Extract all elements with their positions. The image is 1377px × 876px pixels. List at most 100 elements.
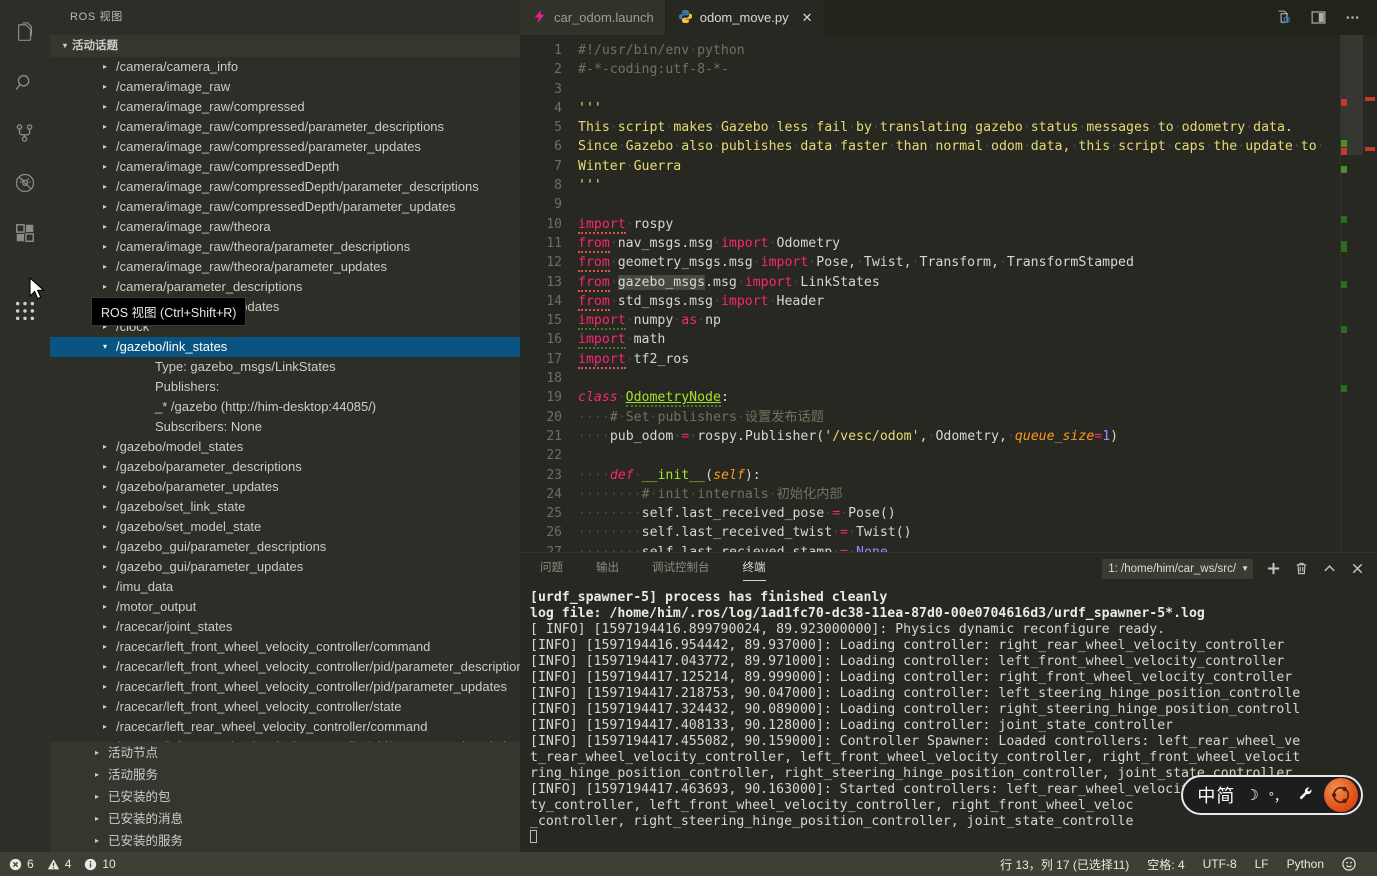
maximize-panel-icon[interactable]: [1322, 561, 1337, 576]
tree-item-topic[interactable]: /racecar/left_front_wheel_velocity_contr…: [50, 677, 520, 697]
tree-item-topic[interactable]: /gazebo/set_model_state: [50, 517, 520, 537]
tree-item-topic[interactable]: /motor_output: [50, 597, 520, 617]
ros-tree[interactable]: 活动话题 /camera/camera_info/camera/image_ra…: [50, 35, 520, 742]
tree-section-active-topics[interactable]: 活动话题: [50, 35, 520, 57]
tree-item-selected-topic[interactable]: /gazebo/link_states: [50, 337, 520, 357]
line-number: 8: [554, 178, 562, 194]
panel-tab-问题[interactable]: 问题: [540, 553, 563, 584]
new-terminal-icon[interactable]: [1266, 561, 1281, 576]
activity-item-explorer[interactable]: [0, 8, 50, 58]
code-editor[interactable]: 1 2 3 4 5 6 7 8 9 10 11 12 13 14 15 16 17 18 19 20 21 22 23 24 2…: [520, 35, 1377, 552]
tree-item-topic[interactable]: /camera/image_raw/theora: [50, 217, 520, 237]
activity-item-search[interactable]: [0, 58, 50, 108]
close-icon[interactable]: ✕: [802, 11, 813, 24]
code-content[interactable]: #!/usr/bin/env·python #-*-coding:utf-8-*-…: [562, 35, 1377, 552]
wrench-icon[interactable]: [1297, 785, 1314, 806]
status-cursor-position[interactable]: 行 13，列 17 (已选择11): [991, 852, 1138, 876]
activity-item-debug[interactable]: [0, 158, 50, 208]
tree-item-topic[interactable]: /gazebo_gui/parameter_descriptions: [50, 537, 520, 557]
tree-item-topic[interactable]: /camera/image_raw/compressed: [50, 97, 520, 117]
tree-item-topic[interactable]: /camera/image_raw/compressedDepth: [50, 157, 520, 177]
activity-item-extensions[interactable]: [0, 208, 50, 258]
tree-item-topic[interactable]: /camera/image_raw/compressedDepth/parame…: [50, 177, 520, 197]
tree-item-label: /racecar/left_rear_wheel_velocity_contro…: [116, 737, 520, 742]
panel-tab-输出[interactable]: 输出: [596, 553, 619, 584]
tree-item-topic[interactable]: /gazebo/parameter_updates: [50, 477, 520, 497]
status-problems[interactable]: 6 4 10: [9, 852, 125, 876]
editor-tab[interactable]: car_odom.launch: [520, 0, 666, 35]
activity-item-source-control[interactable]: [0, 108, 50, 158]
tree-item-topic[interactable]: /racecar/left_rear_wheel_velocity_contro…: [50, 717, 520, 737]
status-bar: 6 4 10 行 13，列 17 (已选择11) 空格: 4 UTF-8 LF …: [0, 852, 1377, 876]
tree-item-topic[interactable]: /racecar/left_front_wheel_velocity_contr…: [50, 657, 520, 677]
tree-section-已安装的包[interactable]: 已安装的包: [50, 786, 520, 808]
code-line: ········self.last_received_twist·=·Twist…: [578, 525, 912, 541]
tree-item-topic[interactable]: /gazebo/set_link_state: [50, 497, 520, 517]
editor-minimap[interactable]: [1340, 35, 1363, 552]
status-language-mode[interactable]: Python: [1278, 852, 1333, 876]
code-line: Winter·Guerra: [578, 158, 682, 174]
terminal-line: [INFO] [1597194417.043772, 89.971000]: L…: [530, 654, 1285, 669]
line-number: 15: [546, 313, 562, 329]
panel-tab-终端[interactable]: 终端: [742, 553, 766, 584]
tree-section-已安装的服务[interactable]: 已安装的服务: [50, 830, 520, 852]
punctuation-icon[interactable]: °，: [1269, 786, 1287, 805]
terminal-selector-label: 1: /home/him/car_ws/src/: [1108, 562, 1237, 575]
status-eol[interactable]: LF: [1246, 852, 1278, 876]
tree-item-topic[interactable]: /camera/image_raw/compressed/parameter_d…: [50, 117, 520, 137]
moon-icon[interactable]: ☽: [1245, 786, 1258, 804]
code-line: ''': [578, 178, 602, 194]
tree-item-topic[interactable]: /camera/image_raw/compressed/parameter_u…: [50, 137, 520, 157]
tree-item-label: /imu_data: [116, 579, 174, 594]
ubuntu-icon[interactable]: [1324, 778, 1358, 812]
tree-section-已安装的消息[interactable]: 已安装的消息: [50, 808, 520, 830]
status-encoding[interactable]: UTF-8: [1194, 852, 1246, 876]
tree-item-topic[interactable]: /camera/camera_info: [50, 57, 520, 77]
tree-item-topic[interactable]: /imu_data: [50, 577, 520, 597]
chevron-right-icon: [90, 812, 104, 826]
status-indentation[interactable]: 空格: 4: [1138, 852, 1193, 876]
chevron-right-icon: [98, 140, 112, 154]
kill-terminal-icon[interactable]: [1294, 561, 1309, 576]
chevron-right-icon: [98, 620, 112, 634]
tree-item-topic[interactable]: /gazebo_gui/parameter_updates: [50, 557, 520, 577]
launch-file-icon: [532, 9, 547, 27]
tree-item-label: /gazebo/model_states: [116, 439, 244, 454]
tree-item-topic[interactable]: /gazebo/model_states: [50, 437, 520, 457]
editor-vertical-scrollbar[interactable]: [1363, 35, 1377, 552]
close-panel-icon[interactable]: [1350, 561, 1365, 576]
terminal-selector[interactable]: 1: /home/him/car_ws/src/ ▼: [1102, 558, 1253, 579]
tree-item-topic[interactable]: /camera/image_raw/theora/parameter_descr…: [50, 237, 520, 257]
status-right: 行 13，列 17 (已选择11) 空格: 4 UTF-8 LF Python: [991, 852, 1377, 876]
tree-item-topic[interactable]: /racecar/left_rear_wheel_velocity_contro…: [50, 737, 520, 742]
split-editor-icon[interactable]: [1310, 9, 1327, 26]
tree-item-label: /gazebo/set_model_state: [116, 519, 262, 534]
tree-item-topic[interactable]: /racecar/joint_states: [50, 617, 520, 637]
tree-item-topic[interactable]: /camera/image_raw: [50, 77, 520, 97]
code-line: import·rospy: [578, 216, 674, 234]
more-actions-icon[interactable]: [1344, 9, 1361, 26]
tree-item-topic[interactable]: /gazebo/parameter_descriptions: [50, 457, 520, 477]
tree-item-topic[interactable]: /camera/image_raw/compressedDepth/parame…: [50, 197, 520, 217]
info-count: 10: [102, 857, 116, 871]
tree-item-topic[interactable]: /camera/image_raw/theora/parameter_updat…: [50, 257, 520, 277]
tree-section-活动节点[interactable]: 活动节点: [50, 742, 520, 764]
editor-tab[interactable]: odom_move.py ✕: [665, 0, 825, 35]
ime-indicator[interactable]: 中简 ☽ °，: [1181, 775, 1363, 815]
tree-section-label: 活动服务: [108, 768, 159, 782]
code-line: from·std_msgs.msg·import·Header: [578, 293, 825, 311]
terminal-line: [INFO] [1597194417.125214, 89.999000]: L…: [530, 670, 1293, 685]
line-number: 17: [546, 351, 562, 367]
tree-section-活动服务[interactable]: 活动服务: [50, 764, 520, 786]
code-line: This·script·makes·Gazebo·less·fail·by·tr…: [578, 120, 1293, 136]
open-changes-icon[interactable]: [1276, 9, 1293, 26]
panel-tab-调试控制台[interactable]: 调试控制台: [652, 553, 710, 584]
minimap-slider[interactable]: [1341, 35, 1363, 155]
tree-item-topic[interactable]: /racecar/left_front_wheel_velocity_contr…: [50, 637, 520, 657]
tree-item-topic[interactable]: /camera/parameter_descriptions: [50, 277, 520, 297]
status-feedback[interactable]: [1333, 852, 1365, 876]
sidebar-title: ROS 视图: [70, 11, 123, 23]
tree-item-topic[interactable]: /racecar/left_front_wheel_velocity_contr…: [50, 697, 520, 717]
terminal-line: [urdf_spawner-5] process has finished cl…: [530, 590, 888, 605]
line-number: 10: [546, 216, 562, 232]
